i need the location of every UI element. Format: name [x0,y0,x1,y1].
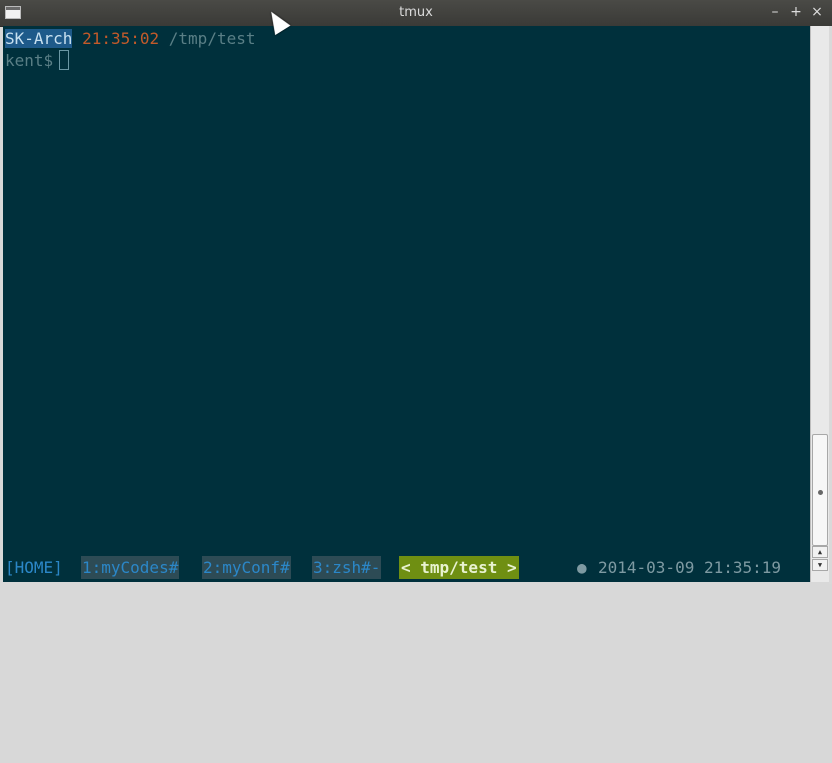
title-bar[interactable]: tmux – + × [0,0,832,27]
user-prompt: kent$ [5,51,54,70]
active-window-tab[interactable]: < tmp/test > [399,556,519,579]
minimize-button[interactable]: – [766,3,784,21]
tmux-window-tab[interactable]: 2:myConf# [202,556,291,579]
grip-icon [818,490,823,495]
hostname: SK-Arch [5,29,73,48]
tmux-status-bar: [HOME] 1:myCodes# 2:myConf# 3:zsh#- < tm… [3,556,810,579]
session-name: [HOME] [5,558,63,577]
text-cursor [59,50,70,70]
close-button[interactable]: × [808,3,826,21]
scrollbar-thumb[interactable] [812,434,828,546]
tmux-window-tab[interactable]: 1:myCodes# [81,556,180,579]
window-title: tmux [399,5,433,20]
status-clock: 2014-03-09 21:35:19 [598,558,782,577]
terminal-area[interactable]: SK-Arch 21:35:02 /tmp/test kent$ [3,26,810,582]
command-line[interactable]: kent$ [5,49,70,72]
maximize-button[interactable]: + [787,3,805,21]
terminal-window: tmux – + × SK-Arch 21:35:02 /tmp/test ke… [0,0,832,584]
tmux-window-tab[interactable]: 3:zsh#- [312,556,382,579]
status-indicator-icon: ● [577,558,587,577]
prompt-info-line: SK-Arch 21:35:02 /tmp/test [5,27,255,50]
prompt-time: 21:35:02 [82,29,160,48]
vertical-scrollbar[interactable]: ▲ ▼ [810,26,829,582]
scroll-down-icon[interactable]: ▼ [812,559,828,571]
scroll-up-icon[interactable]: ▲ [812,546,828,558]
current-path: /tmp/test [168,29,256,48]
